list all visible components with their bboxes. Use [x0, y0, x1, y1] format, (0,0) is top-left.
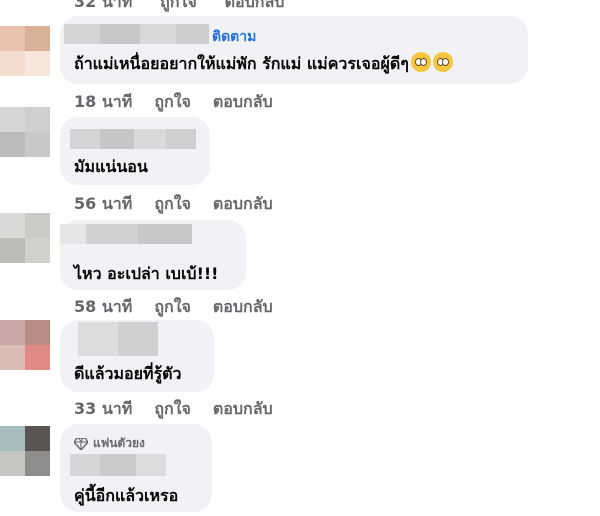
comment-time[interactable]: 18 นาที — [74, 90, 132, 115]
like-button[interactable]: ถูกใจ — [154, 90, 191, 115]
pleading-face-icon — [410, 52, 431, 72]
comment-text: มัมแน่นอน — [74, 157, 148, 176]
comment-text: ดีแล้วมอยที่รู้ตัว — [74, 364, 182, 383]
comment-bubble: มัมแน่นอน — [60, 117, 210, 185]
avatar[interactable] — [0, 213, 50, 263]
avatar[interactable] — [0, 320, 50, 370]
comment-actions: 56 นาที ถูกใจ ตอบกลับ — [74, 192, 295, 217]
comment-text: คู่นี้อีกแล้วเหรอ — [74, 486, 179, 505]
commenter-name-blurred[interactable] — [64, 24, 209, 44]
comment-bubble: แฟนตัวยง คู่นี้อีกแล้วเหรอ — [60, 424, 212, 512]
comment-actions-cut: 32 นาที ถูกใจ ตอบกลับ — [74, 0, 284, 15]
commenter-name-blurred[interactable] — [78, 322, 158, 356]
like-button[interactable]: ถูกใจ — [154, 295, 191, 320]
like-button[interactable]: ถูกใจ — [154, 192, 191, 217]
comment-text: ถ้าแม่เหนื่อยอยากให้แม่พัก รักแม่ แม่ควร… — [74, 52, 453, 77]
avatar[interactable] — [0, 26, 50, 76]
reply-button[interactable]: ตอบกลับ — [225, 0, 285, 11]
comment-bubble: ดีแล้วมอยที่รู้ตัว — [60, 320, 214, 392]
pleading-face-icon — [432, 52, 453, 72]
comment-time[interactable]: 58 นาที — [74, 295, 132, 320]
comment-time[interactable]: 33 นาที — [74, 397, 132, 422]
commenter-name-blurred[interactable] — [70, 454, 166, 476]
diamond-icon — [74, 437, 88, 450]
top-fan-badge: แฟนตัวยง — [74, 434, 145, 453]
like-button[interactable]: ถูกใจ — [154, 397, 191, 422]
reply-button[interactable]: ตอบกลับ — [213, 90, 273, 115]
comment-actions: 18 นาที ถูกใจ ตอบกลับ — [74, 90, 295, 115]
commenter-name-blurred[interactable] — [70, 129, 196, 149]
comment-time: 32 นาที — [74, 0, 133, 11]
comment-text: ไหว อะเปล่า เบเบ้!!! — [74, 264, 219, 283]
avatar[interactable] — [0, 107, 50, 157]
reply-button[interactable]: ตอบกลับ — [213, 192, 273, 217]
follow-link[interactable]: ติดตาม — [212, 26, 256, 48]
like-button[interactable]: ถูกใจ — [160, 0, 197, 11]
avatar[interactable] — [0, 426, 50, 476]
reply-button[interactable]: ตอบกลับ — [213, 397, 273, 422]
comment-time[interactable]: 56 นาที — [74, 192, 132, 217]
commenter-name-blurred[interactable] — [60, 224, 192, 244]
comment-actions: 58 นาที ถูกใจ ตอบกลับ — [74, 295, 295, 320]
comment-bubble: ไหว อะเปล่า เบเบ้!!! — [60, 220, 246, 290]
comment-actions: 33 นาที ถูกใจ ตอบกลับ — [74, 397, 295, 422]
comment-bubble: ติดตาม ถ้าแม่เหนื่อยอยากให้แม่พัก รักแม่… — [60, 16, 528, 84]
reply-button[interactable]: ตอบกลับ — [213, 295, 273, 320]
